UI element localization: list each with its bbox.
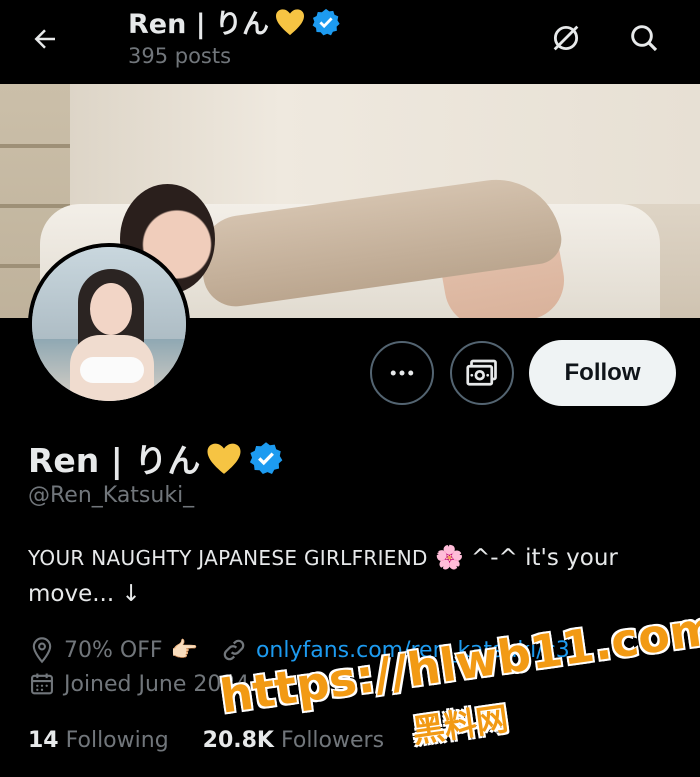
- followers-count: 20.8K: [202, 728, 274, 753]
- more-button[interactable]: [370, 341, 434, 405]
- search-button[interactable]: [622, 16, 666, 60]
- header-name: Ren | りん: [128, 9, 269, 40]
- pointing-hand-emoji-icon: 👉🏻: [170, 637, 198, 663]
- verified-badge-icon: [312, 8, 340, 35]
- banner-wall: [0, 84, 700, 204]
- watermark-text: 黑料网: [410, 699, 511, 751]
- heart-icon: [207, 443, 241, 474]
- search-icon: [631, 25, 658, 52]
- profile-name-text: Ren | りん: [28, 441, 201, 480]
- calendar-icon: [31, 673, 53, 695]
- back-button[interactable]: [24, 18, 66, 60]
- following-count: 14: [28, 728, 59, 753]
- location-text: 70% OFF: [64, 637, 163, 663]
- header-title: Ren | りん: [128, 2, 341, 41]
- top-bar: Ren | りん 395 posts: [0, 0, 700, 84]
- arrow-left-icon: [34, 29, 55, 49]
- flower-emoji-icon: 🌸: [435, 545, 464, 571]
- follow-button[interactable]: Follow: [529, 340, 676, 406]
- money-icon: [466, 359, 497, 386]
- link-icon: [223, 639, 245, 661]
- post-count: 395 posts: [128, 44, 232, 68]
- profile-meta-joined: Joined June 2024: [28, 670, 249, 698]
- heart-icon: [276, 8, 304, 35]
- profile-name: Ren | りん: [28, 434, 284, 482]
- avatar[interactable]: [28, 243, 190, 405]
- slash-circle-icon: [553, 25, 579, 51]
- location-pin-icon: [32, 637, 52, 664]
- following-stat[interactable]: 14 Following: [28, 728, 169, 753]
- profile-stats: 14 Following 20.8K Followers: [28, 728, 384, 753]
- followers-stat[interactable]: 20.8K Followers: [203, 728, 384, 753]
- profile-bio: YOUR NAUGHTY JAPANESE GIRLFRIEND 🌸 ^-^ i…: [28, 540, 668, 612]
- followers-label: Followers: [280, 728, 385, 753]
- following-label: Following: [65, 728, 169, 753]
- bio-caps: YOUR NAUGHTY JAPANESE GIRLFRIEND: [28, 546, 428, 570]
- verified-badge-icon[interactable]: [248, 440, 284, 476]
- subscribe-button[interactable]: [450, 341, 514, 405]
- profile-handle: @Ren_Katsuki_: [28, 483, 195, 508]
- more-horizontal-icon: [390, 370, 414, 376]
- grok-button[interactable]: [544, 16, 588, 60]
